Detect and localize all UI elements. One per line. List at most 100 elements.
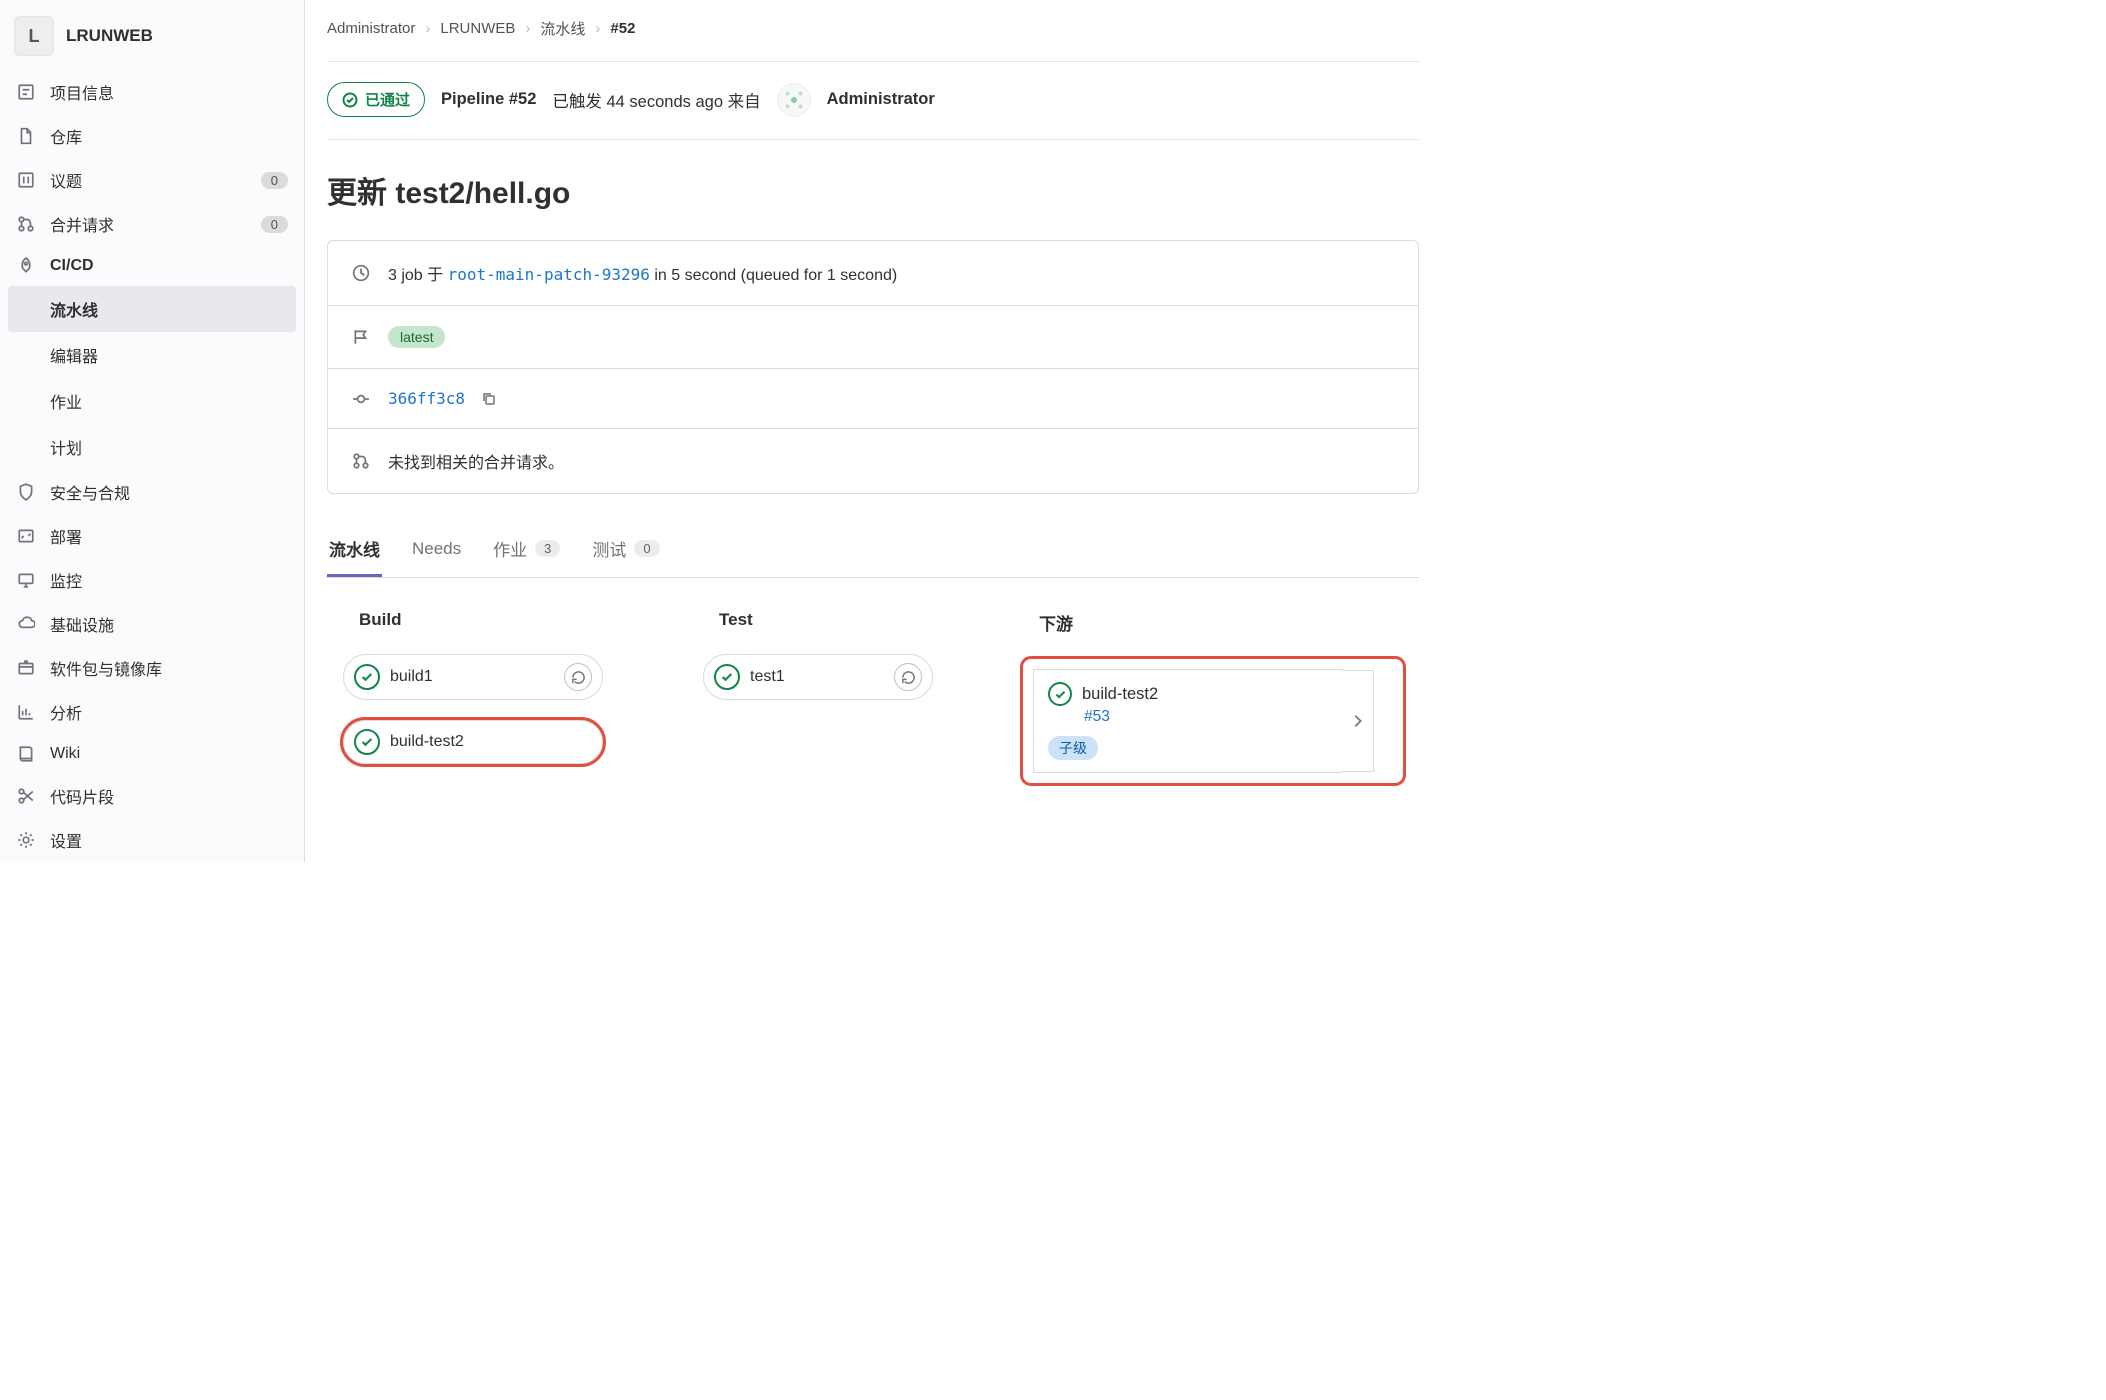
sidebar-item-settings[interactable]: 设置 <box>0 818 304 862</box>
tag-badge: latest <box>388 326 445 348</box>
shield-icon <box>16 482 36 502</box>
no-mr-text: 未找到相关的合并请求。 <box>388 449 564 473</box>
issues-count-badge: 0 <box>261 172 288 189</box>
check-circle-icon <box>714 664 740 690</box>
sidebar-item-packages[interactable]: 软件包与镜像库 <box>0 646 304 690</box>
tab-tests[interactable]: 测试 0 <box>590 524 661 577</box>
project-name: LRUNWEB <box>66 26 153 46</box>
pipeline-status-row: 已通过 Pipeline #52 已触发 44 seconds ago 来自 A… <box>327 62 1419 140</box>
sidebar-item-label: 代码片段 <box>50 784 288 808</box>
sidebar-item-deploy[interactable]: 部署 <box>0 514 304 558</box>
sidebar-item-analytics[interactable]: 分析 <box>0 690 304 734</box>
merge-icon <box>16 214 36 234</box>
author-avatar[interactable] <box>777 83 811 117</box>
sidebar-item-label: CI/CD <box>50 257 288 275</box>
tab-needs[interactable]: Needs <box>410 524 463 577</box>
info-row-jobs: 3 job 于 root-main-patch-93296 in 5 secon… <box>328 241 1418 306</box>
tab-label: 测试 <box>592 536 626 561</box>
check-circle-icon <box>1048 682 1072 706</box>
stage-downstream: 下游 build-test2 #53 子级 <box>1023 604 1403 783</box>
breadcrumb: Administrator › LRUNWEB › 流水线 › #52 <box>327 18 1419 62</box>
sidebar-item-label: 软件包与镜像库 <box>50 656 288 680</box>
info-row-tag: latest <box>328 306 1418 369</box>
sidebar-item-label: 监控 <box>50 568 288 592</box>
job-name: build1 <box>390 668 554 686</box>
child-badge: 子级 <box>1048 736 1098 760</box>
jobs-duration-text: in 5 second (queued for 1 second) <box>654 267 897 284</box>
sidebar-item-issues[interactable]: 议题 0 <box>0 158 304 202</box>
expand-downstream-button[interactable] <box>1342 670 1374 772</box>
job-name: test1 <box>750 668 884 686</box>
breadcrumb-link[interactable]: LRUNWEB <box>440 20 515 37</box>
jobs-count-text: 3 job 于 <box>388 267 443 284</box>
monitor-icon <box>16 570 36 590</box>
commit-link[interactable]: 366ff3c8 <box>388 389 465 408</box>
sidebar-item-infra[interactable]: 基础设施 <box>0 602 304 646</box>
stage-name: Test <box>703 604 953 654</box>
sidebar-item-label: 项目信息 <box>50 80 288 104</box>
breadcrumb-link[interactable]: 流水线 <box>540 18 585 39</box>
tab-label: 流水线 <box>329 536 380 561</box>
stage-test: Test test1 <box>703 604 953 720</box>
package-icon <box>16 658 36 678</box>
sidebar-item-security[interactable]: 安全与合规 <box>0 470 304 514</box>
subnav-jobs[interactable]: 作业 <box>50 378 304 424</box>
downstream-pipeline-link[interactable]: #53 <box>1048 706 1328 726</box>
file-icon <box>16 126 36 146</box>
project-avatar: L <box>14 16 54 56</box>
pipeline-triggered-text: 已触发 44 seconds ago 来自 <box>552 88 760 112</box>
retry-button[interactable] <box>564 663 592 691</box>
status-badge: 已通过 <box>327 82 425 117</box>
sidebar-item-label: 分析 <box>50 700 288 724</box>
job-test1[interactable]: test1 <box>703 654 933 700</box>
rocket-icon <box>16 256 36 276</box>
deploy-icon <box>16 526 36 546</box>
author-name[interactable]: Administrator <box>827 90 935 109</box>
retry-button[interactable] <box>894 663 922 691</box>
sidebar-item-wiki[interactable]: Wiki <box>0 734 304 774</box>
merge-icon <box>352 452 372 470</box>
branch-link[interactable]: root-main-patch-93296 <box>448 265 650 284</box>
sidebar-item-monitor[interactable]: 监控 <box>0 558 304 602</box>
downstream-job-name: build-test2 <box>1082 685 1158 704</box>
copy-commit-button[interactable] <box>481 391 497 407</box>
page-title: 更新 test2/hell.go <box>327 140 1419 240</box>
gear-icon <box>16 830 36 850</box>
tab-label: Needs <box>412 539 461 559</box>
sidebar-item-cicd[interactable]: CI/CD <box>0 246 304 286</box>
tab-count-badge: 0 <box>634 540 659 557</box>
sidebar-item-label: 议题 <box>50 168 247 192</box>
info-row-mr: 未找到相关的合并请求。 <box>328 429 1418 493</box>
check-circle-icon <box>354 664 380 690</box>
subnav-pipelines[interactable]: 流水线 <box>8 286 296 332</box>
cloud-gear-icon <box>16 614 36 634</box>
pipeline-graph: Build build1 build-test2 <box>327 578 1419 810</box>
sidebar-item-repo[interactable]: 仓库 <box>0 114 304 158</box>
tab-jobs[interactable]: 作业 3 <box>491 524 562 577</box>
tab-count-badge: 3 <box>535 540 560 557</box>
breadcrumb-current: #52 <box>610 20 635 37</box>
sidebar-item-label: 部署 <box>50 524 288 548</box>
breadcrumb-link[interactable]: Administrator <box>327 20 415 37</box>
subnav-editor[interactable]: 编辑器 <box>50 332 304 378</box>
status-badge-text: 已通过 <box>365 89 410 110</box>
sidebar-item-label: 安全与合规 <box>50 480 288 504</box>
sidebar-item-snippets[interactable]: 代码片段 <box>0 774 304 818</box>
stage-name: Build <box>343 604 633 654</box>
stage-build: Build build1 build-test2 <box>343 604 633 784</box>
check-circle-icon <box>354 729 380 755</box>
tab-pipeline[interactable]: 流水线 <box>327 524 382 577</box>
sidebar-item-label: 合并请求 <box>50 212 247 236</box>
downstream-pipeline-card[interactable]: build-test2 #53 子级 <box>1033 669 1343 773</box>
info-row-commit: 366ff3c8 <box>328 369 1418 429</box>
project-header[interactable]: L LRUNWEB <box>0 8 304 70</box>
job-build-test2[interactable]: build-test2 <box>343 720 603 764</box>
subnav-schedules[interactable]: 计划 <box>50 424 304 470</box>
issues-icon <box>16 170 36 190</box>
pipeline-id-label: Pipeline #52 <box>441 90 536 109</box>
job-build1[interactable]: build1 <box>343 654 603 700</box>
chart-icon <box>16 702 36 722</box>
chevron-right-icon: › <box>425 20 430 37</box>
sidebar-item-merge-requests[interactable]: 合并请求 0 <box>0 202 304 246</box>
sidebar-item-project-info[interactable]: 项目信息 <box>0 70 304 114</box>
